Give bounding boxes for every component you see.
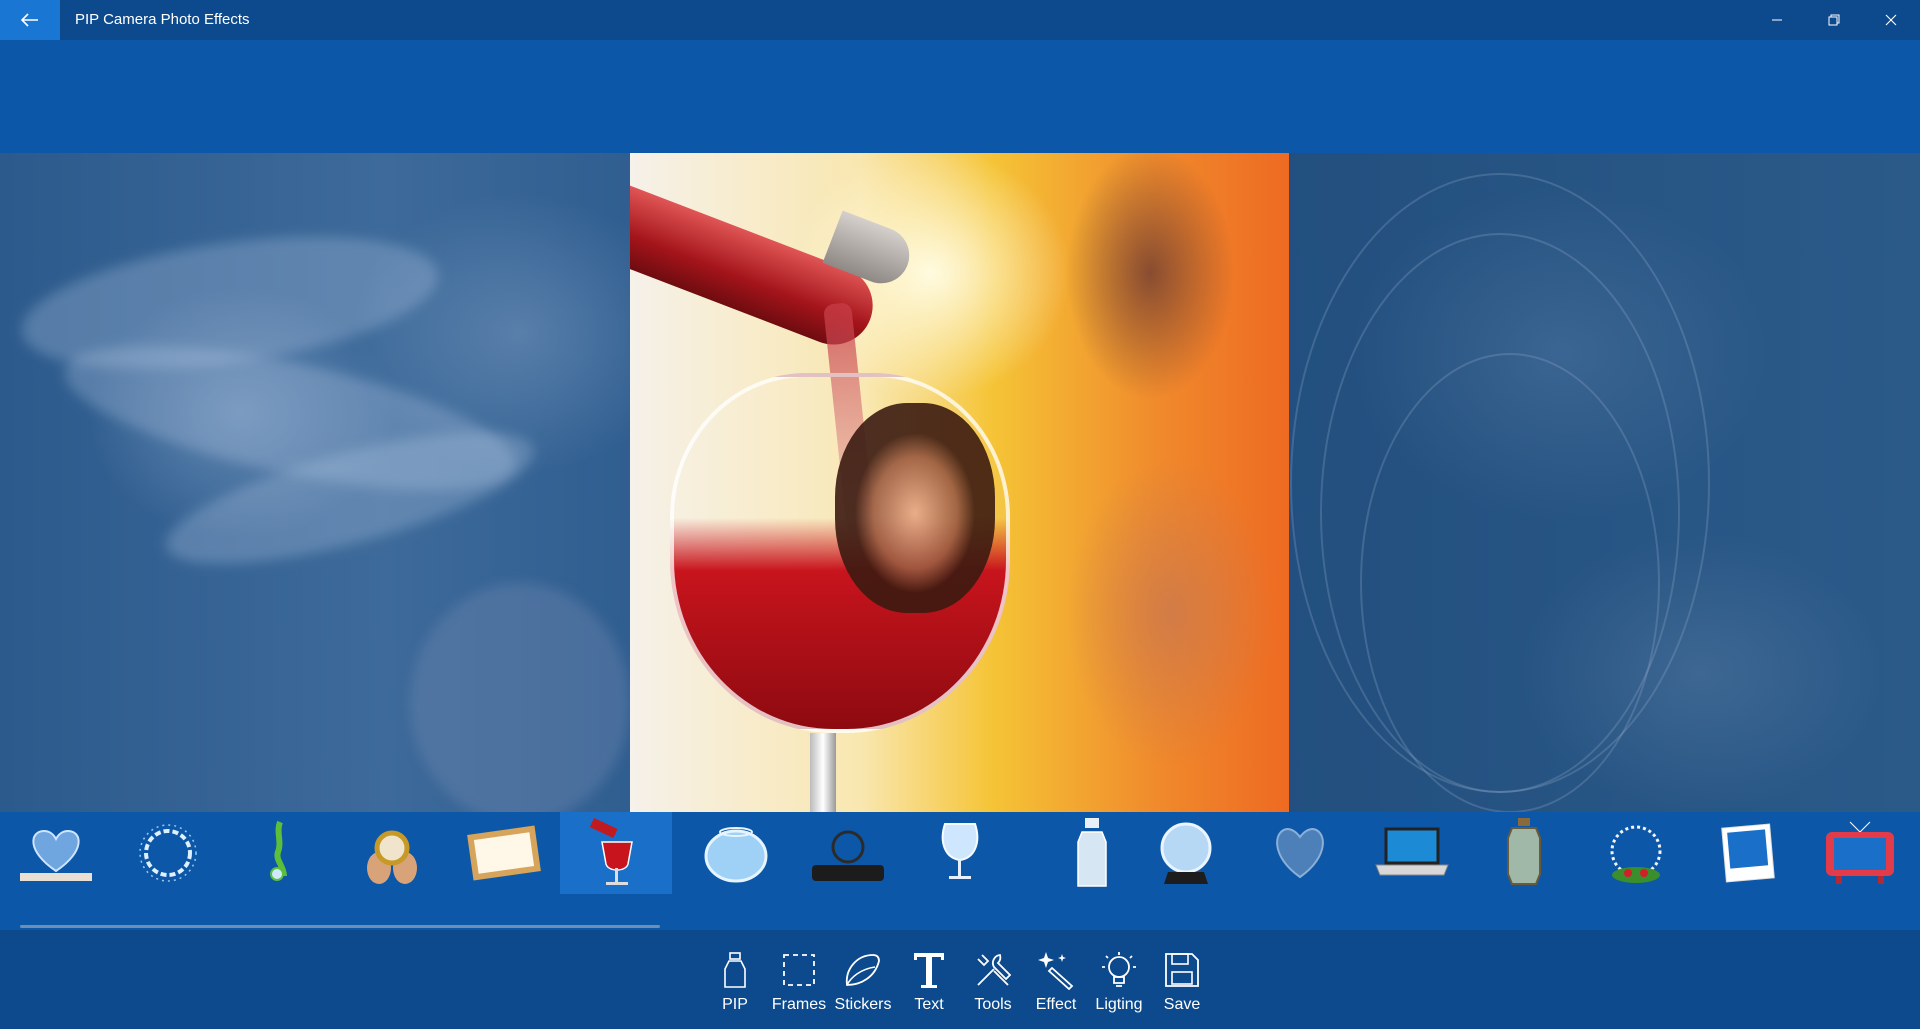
frame-thumb-15[interactable] <box>1580 812 1692 894</box>
frame-thumb-13[interactable] <box>1356 812 1468 894</box>
glass-stem <box>810 733 836 812</box>
dashed-frame-icon <box>783 954 815 986</box>
bottle-icon <box>724 952 746 988</box>
text-t-icon <box>914 953 944 988</box>
close-icon <box>1885 14 1896 26</box>
blue-heart-frame-icon <box>1276 827 1324 879</box>
pip-button[interactable]: PIP <box>704 930 766 1029</box>
editor-stage <box>0 153 1920 812</box>
lightbulb-icon <box>1102 952 1136 987</box>
wine-glass-pour-frame-icon <box>589 818 633 885</box>
frame-thumb-14[interactable] <box>1468 812 1580 894</box>
strip-scrollbar[interactable] <box>20 925 660 928</box>
frame-thumb-9[interactable] <box>904 812 1016 894</box>
app-title: PIP Camera Photo Effects <box>75 11 250 28</box>
frame-thumb-11[interactable] <box>1130 812 1242 894</box>
frame-thumb-5[interactable] <box>448 812 560 894</box>
frame-thumb-4[interactable] <box>336 812 448 894</box>
floppy-disk-icon <box>1165 953 1199 987</box>
frame-thumb-7[interactable] <box>680 812 792 894</box>
tools-button[interactable]: Tools <box>962 930 1024 1029</box>
top-band <box>0 40 1920 153</box>
restore-icon <box>1828 14 1839 26</box>
frames-strip[interactable] <box>0 812 1920 930</box>
christmas-wreath-frame-icon <box>1610 825 1662 883</box>
polaroid-frame-icon <box>1721 823 1775 883</box>
stickers-button[interactable]: Stickers <box>832 930 894 1029</box>
save-button[interactable]: Save <box>1151 930 1213 1029</box>
frame-thumb-6[interactable] <box>560 812 672 894</box>
frame-thumb-2[interactable] <box>112 812 224 894</box>
hands-holding-frame-icon <box>367 830 417 884</box>
frame-thumb-16[interactable] <box>1692 812 1804 894</box>
minimize-button[interactable] <box>1748 0 1805 40</box>
green-drop-frame-icon <box>270 820 287 881</box>
frame-thumb-17[interactable] <box>1804 812 1916 894</box>
water-splash-frame-icon <box>139 824 197 882</box>
sticker-icon <box>845 954 880 986</box>
wooden-photo-frame-icon <box>467 825 541 881</box>
glass-heart-frame-icon <box>20 829 92 881</box>
close-button[interactable] <box>1862 0 1919 40</box>
lighting-button[interactable]: Ligting <box>1088 930 1150 1029</box>
fish-bowl-frame-icon <box>704 827 768 883</box>
snow-globe-frame-icon <box>1160 822 1212 884</box>
laptop-frame-icon <box>1375 827 1449 876</box>
pip-portrait[interactable] <box>835 403 995 613</box>
frame-thumb-8[interactable] <box>792 812 904 894</box>
tools-icon <box>977 954 1012 986</box>
frame-thumb-12[interactable] <box>1244 812 1356 894</box>
brandy-glass-frame-icon <box>941 823 979 879</box>
bottom-toolbar: PIP Frames Stickers Text Tools Effect Li… <box>0 930 1920 1029</box>
frame-thumb-3[interactable] <box>224 812 336 894</box>
effect-button[interactable]: Effect <box>1025 930 1087 1029</box>
red-tv-frame-icon <box>1826 821 1894 884</box>
magic-wand-icon <box>1038 952 1074 990</box>
restore-button[interactable] <box>1805 0 1862 40</box>
edited-photo-canvas[interactable] <box>630 153 1289 812</box>
frames-button[interactable]: Frames <box>768 930 830 1029</box>
magnifier-rock-frame-icon <box>812 830 884 881</box>
lantern-frame-icon <box>1507 818 1541 885</box>
back-button[interactable] <box>0 0 60 40</box>
arrow-left-icon <box>21 13 38 27</box>
minimize-icon <box>1771 19 1782 21</box>
title-bar: PIP Camera Photo Effects <box>0 0 1920 40</box>
text-button[interactable]: Text <box>898 930 960 1029</box>
frame-thumb-1[interactable] <box>0 812 112 894</box>
milk-bottle-frame-icon <box>1077 818 1107 887</box>
